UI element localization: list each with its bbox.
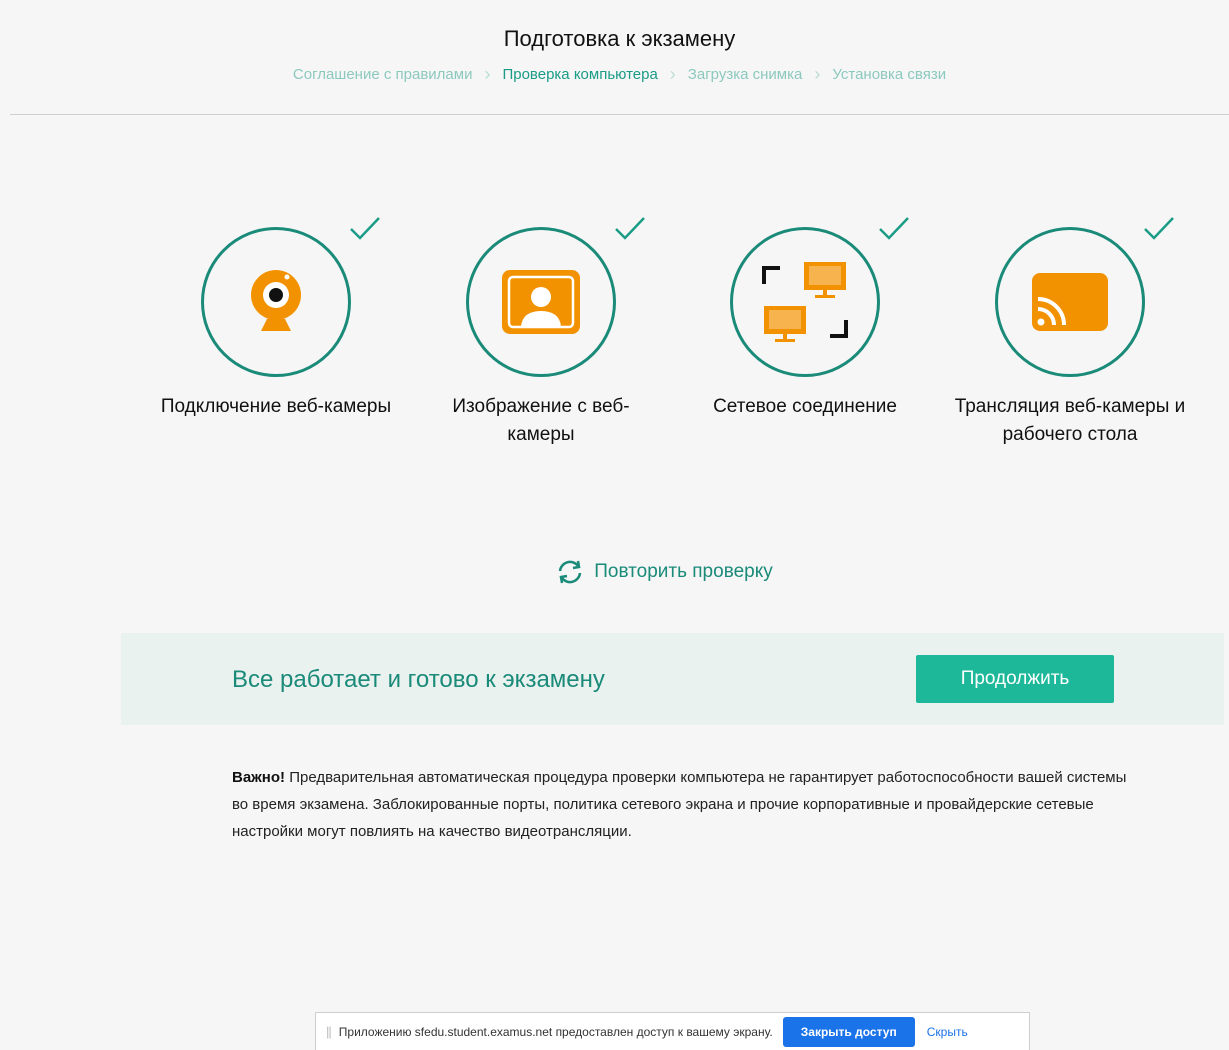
ready-message: Все работает и готово к экзамену <box>232 666 605 693</box>
network-icon <box>762 262 848 342</box>
chevron-right-icon: › <box>814 64 821 84</box>
retry-check-label: Повторить проверку <box>594 561 773 582</box>
cast-icon <box>1032 273 1108 331</box>
note-bold-label: Важно! <box>232 769 286 786</box>
checkmark-icon <box>879 217 909 240</box>
ready-banner: Все работает и готово к экзамену Продолж… <box>121 633 1224 725</box>
breadcrumb-step-connection: Установка связи <box>832 66 947 83</box>
checkmark-icon <box>1144 217 1174 240</box>
check-status-circle <box>730 227 880 377</box>
check-status-circle <box>466 227 616 377</box>
page-title: Подготовка к экзамену <box>503 26 736 51</box>
important-note: Важно! Предварительная автоматическая пр… <box>232 764 1132 845</box>
check-label: Сетевое соединение <box>713 396 897 417</box>
drag-handle-icon[interactable]: || <box>326 1024 332 1039</box>
check-label: Подключение веб-камеры <box>160 396 392 417</box>
chevron-right-icon: › <box>669 64 676 84</box>
note-text: Предварительная автоматическая процедура… <box>232 769 1127 840</box>
check-list: Подключение веб-камеры Изображение с веб… <box>160 215 1220 485</box>
page-header: Подготовка к экзамену Соглашение с прави… <box>10 0 1229 115</box>
checkmark-icon <box>350 217 380 240</box>
webcam-icon <box>251 270 301 331</box>
check-label: Трансляция веб-камеры и рабочего стола <box>954 396 1186 445</box>
continue-button[interactable]: Продолжить <box>916 655 1114 703</box>
checkmark-icon <box>615 217 645 240</box>
check-label: Изображение с веб-камеры <box>452 396 630 445</box>
breadcrumb-step-computer-check: Проверка компьютера <box>502 66 658 83</box>
breadcrumb-step-photo-upload: Загрузка снимка <box>687 66 803 83</box>
check-status-circle <box>201 227 351 377</box>
share-message: Приложению sfedu.student.examus.net пред… <box>338 1024 773 1039</box>
chevron-right-icon: › <box>484 64 491 84</box>
refresh-icon <box>559 560 582 584</box>
stop-sharing-button[interactable]: Закрыть доступ <box>782 1016 915 1047</box>
check-status-circle <box>995 227 1145 377</box>
user-image-icon <box>502 270 580 334</box>
retry-section: Повторить проверку <box>0 560 1229 584</box>
screen-share-bar: || Приложению sfedu.student.examus.net п… <box>315 1012 1030 1050</box>
hide-bar-link[interactable]: Скрыть <box>927 1025 968 1039</box>
breadcrumb: Соглашение с правилами › Проверка компью… <box>10 64 1229 84</box>
breadcrumb-step-rules: Соглашение с правилами <box>292 66 473 83</box>
retry-check-link[interactable]: Повторить проверку <box>556 560 773 584</box>
